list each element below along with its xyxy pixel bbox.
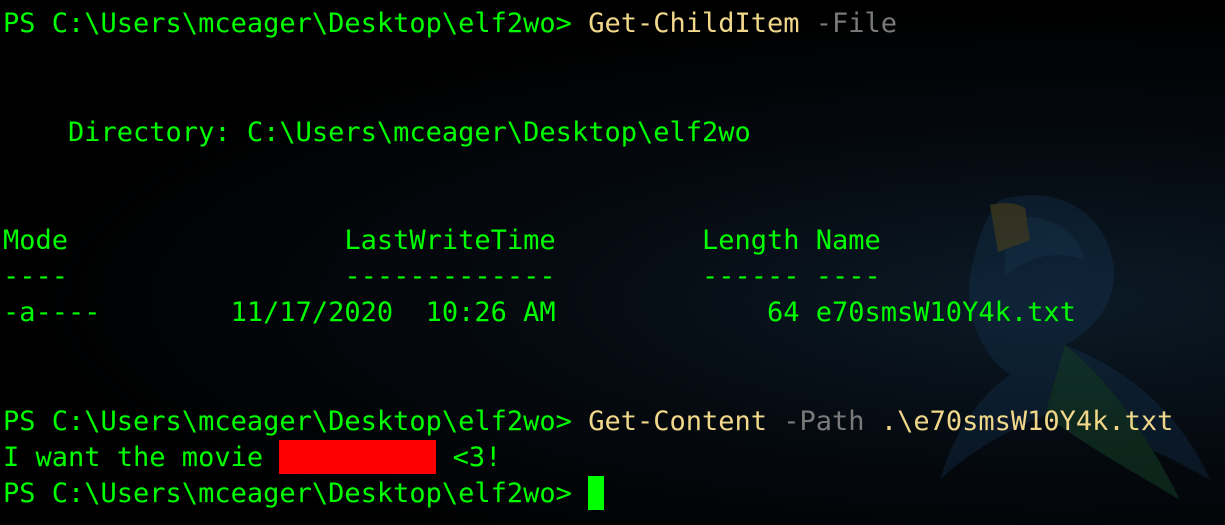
output-text-before: I want the movie [3,442,280,473]
output-text-after: <3! [436,442,502,473]
prompt: PS C:\Users\mceager\Desktop\elf2wo> [3,478,589,509]
param-file: -File [799,8,898,39]
file-content-output: I want the movie <3! [3,440,501,476]
text-cursor[interactable] [588,476,605,510]
prompt: PS C:\Users\mceager\Desktop\elf2wo> [3,406,589,437]
table-header: Mode LastWriteTime Length Name [3,225,881,256]
directory-label: Directory: C:\Users\mceager\Desktop\elf2… [3,117,751,148]
param-path: -Path [767,406,865,437]
command-line-2: PS C:\Users\mceager\Desktop\elf2wo> Get-… [3,404,1173,440]
terminal-window[interactable]: PS C:\Users\mceager\Desktop\elf2wo> Get-… [0,0,1225,525]
redaction-box [279,440,437,474]
cmdlet-get-childitem: Get-ChildItem [588,8,800,39]
path-argument: .\e70smsW10Y4k.txt [864,406,1174,437]
cmdlet-get-content: Get-Content [588,406,768,437]
table-separator: ---- ------------- ------ ---- [3,261,881,292]
command-line-3[interactable]: PS C:\Users\mceager\Desktop\elf2wo> [3,476,605,512]
command-line-1: PS C:\Users\mceager\Desktop\elf2wo> Get-… [3,6,897,42]
parrot-logo-icon [940,195,1210,500]
table-row: -a---- 11/17/2020 10:26 AM 64 e70smsW10Y… [3,297,1076,328]
prompt: PS C:\Users\mceager\Desktop\elf2wo> [3,8,589,39]
